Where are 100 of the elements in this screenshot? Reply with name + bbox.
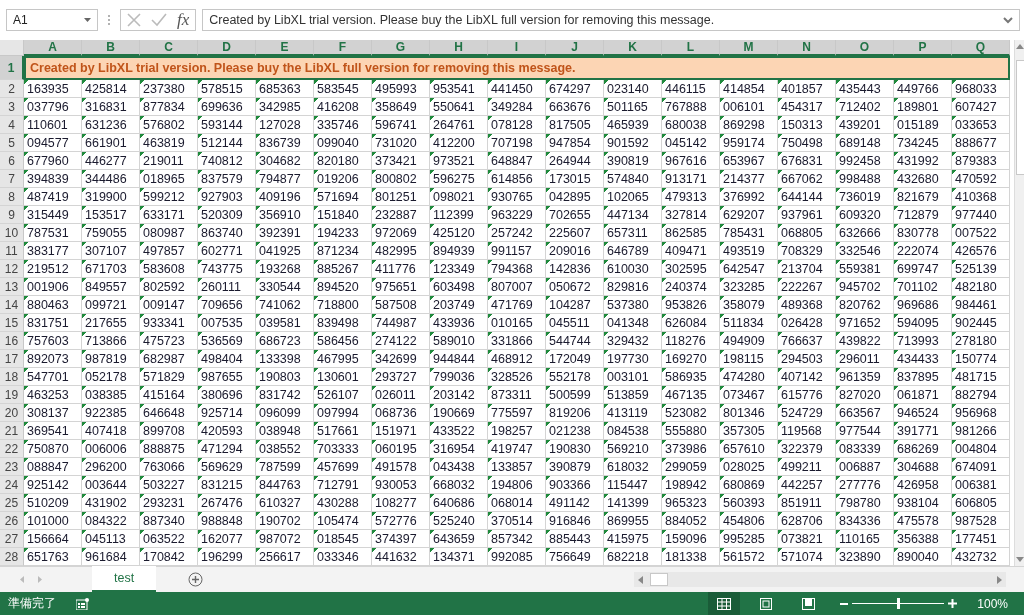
column-header[interactable]: G <box>372 40 430 56</box>
sheet-tab[interactable]: test <box>92 566 157 592</box>
table-cell: 190803 <box>256 368 314 386</box>
table-cell: 668032 <box>430 476 488 494</box>
scroll-left-icon[interactable] <box>638 575 643 584</box>
table-cell: 101000 <box>24 512 82 530</box>
table-cell: 615776 <box>778 386 836 404</box>
table-cell: 827020 <box>836 386 894 404</box>
scroll-thumb[interactable] <box>1016 60 1024 175</box>
column-header[interactable]: D <box>198 40 256 56</box>
expand-icon[interactable] <box>1003 16 1013 24</box>
cancel-icon[interactable] <box>127 13 141 27</box>
row-header[interactable]: 22 <box>0 440 24 458</box>
row-header[interactable]: 2 <box>0 80 24 98</box>
row-header[interactable]: 23 <box>0 458 24 476</box>
horizontal-scrollbar[interactable] <box>634 572 1006 587</box>
table-cell: 676831 <box>778 152 836 170</box>
row-header[interactable]: 7 <box>0 170 24 188</box>
row-header[interactable]: 13 <box>0 278 24 296</box>
add-sheet-button[interactable] <box>188 572 204 587</box>
row-header[interactable]: 27 <box>0 530 24 548</box>
row-header[interactable]: 16 <box>0 332 24 350</box>
column-header[interactable]: I <box>488 40 546 56</box>
next-sheet-icon[interactable] <box>38 576 42 583</box>
table-cell: 194233 <box>314 224 372 242</box>
table-cell: 118276 <box>662 332 720 350</box>
column-header[interactable]: M <box>720 40 778 56</box>
table-cell: 006006 <box>82 440 140 458</box>
name-box[interactable]: A1 <box>6 9 98 31</box>
row-header[interactable]: 25 <box>0 494 24 512</box>
row-header[interactable]: 26 <box>0 512 24 530</box>
table-cell: 173015 <box>546 170 604 188</box>
column-header[interactable]: H <box>430 40 488 56</box>
table-cell: 198257 <box>488 422 546 440</box>
column-header[interactable]: Q <box>952 40 1010 56</box>
zoom-in-button[interactable] <box>948 599 958 608</box>
table-cell: 181338 <box>662 548 720 566</box>
row-header[interactable]: 28 <box>0 548 24 566</box>
column-header[interactable]: P <box>894 40 952 56</box>
check-icon[interactable] <box>151 13 167 27</box>
table-cell: 686723 <box>256 332 314 350</box>
scroll-right-icon[interactable] <box>997 575 1002 584</box>
column-header[interactable]: N <box>778 40 836 56</box>
table-cell: 042895 <box>546 188 604 206</box>
column-header[interactable]: C <box>140 40 198 56</box>
insert-function-button[interactable]: fx <box>177 10 190 30</box>
row-header[interactable]: 10 <box>0 224 24 242</box>
column-header[interactable]: E <box>256 40 314 56</box>
table-cell: 651763 <box>24 548 82 566</box>
table-cell: 219011 <box>140 152 198 170</box>
table-cell: 587508 <box>372 296 430 314</box>
row-header[interactable]: 12 <box>0 260 24 278</box>
column-header[interactable]: K <box>604 40 662 56</box>
table-cell: 414854 <box>720 80 778 98</box>
row-header[interactable]: 17 <box>0 350 24 368</box>
column-header[interactable]: B <box>82 40 140 56</box>
column-header[interactable]: L <box>662 40 720 56</box>
vertical-scrollbar[interactable] <box>1014 40 1024 566</box>
column-header[interactable]: A <box>24 40 82 56</box>
previous-sheet-icon[interactable] <box>20 576 24 583</box>
table-cell: 412200 <box>430 134 488 152</box>
table-cell: 335746 <box>314 116 372 134</box>
formula-field[interactable]: Created by LibXL trial version. Please buy the LibXL full version for removing this message. <box>202 9 1020 31</box>
column-header[interactable]: F <box>314 40 372 56</box>
table-cell: 219512 <box>24 260 82 278</box>
table-cell: 172049 <box>546 350 604 368</box>
table-cell: 257242 <box>488 224 546 242</box>
row-header[interactable]: 21 <box>0 422 24 440</box>
table-cell: 663676 <box>546 98 604 116</box>
table-cell: 441632 <box>372 548 430 566</box>
row-header[interactable]: 19 <box>0 386 24 404</box>
row-header[interactable]: 9 <box>0 206 24 224</box>
column-header[interactable]: J <box>546 40 604 56</box>
macro-record-icon[interactable] <box>76 597 89 610</box>
row-header[interactable]: 8 <box>0 188 24 206</box>
row-header[interactable]: 3 <box>0 98 24 116</box>
row-header[interactable]: 15 <box>0 314 24 332</box>
table-cell: 373986 <box>662 440 720 458</box>
table-cell: 971652 <box>836 314 894 332</box>
row-header[interactable]: 1 <box>0 56 24 80</box>
table-cell: 015189 <box>894 116 952 134</box>
row-header[interactable]: 4 <box>0 116 24 134</box>
table-cell: 133398 <box>256 350 314 368</box>
table-cell: 033346 <box>314 548 372 566</box>
table-cell: 744987 <box>372 314 430 332</box>
row-header[interactable]: 18 <box>0 368 24 386</box>
table-cell: 680038 <box>662 116 720 134</box>
row-header[interactable]: 11 <box>0 242 24 260</box>
row-header[interactable]: 24 <box>0 476 24 494</box>
row-header[interactable]: 20 <box>0 404 24 422</box>
row-header[interactable]: 5 <box>0 134 24 152</box>
table-cell: 203142 <box>430 386 488 404</box>
view-button[interactable] <box>708 592 741 615</box>
row-header[interactable]: 6 <box>0 152 24 170</box>
scroll-down-icon[interactable] <box>1015 557 1024 562</box>
scroll-thumb[interactable] <box>650 573 668 586</box>
scroll-up-icon[interactable] <box>1015 44 1024 49</box>
table-cell: 763066 <box>140 458 198 476</box>
column-header[interactable]: O <box>836 40 894 56</box>
row-header[interactable]: 14 <box>0 296 24 314</box>
